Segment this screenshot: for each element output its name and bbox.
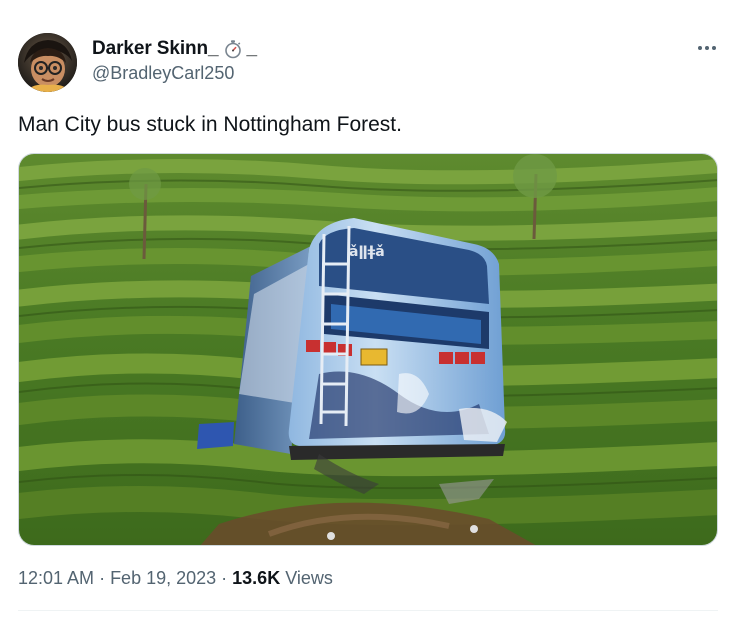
author-handle[interactable]: @BradleyCarl250 bbox=[92, 63, 234, 84]
meta-separator: · bbox=[221, 568, 228, 588]
tweet-photo[interactable]: ǎǁǂǎ bbox=[18, 153, 718, 546]
tweet-card: Darker Skinn_ _ @BradleyCarl250 Man City… bbox=[0, 0, 750, 620]
author-name-suffix: _ bbox=[246, 38, 258, 59]
more-dot-icon bbox=[698, 46, 702, 50]
author-display-name[interactable]: Darker Skinn_ bbox=[92, 38, 219, 60]
bus-in-tea-plantation-image: ǎǁǂǎ bbox=[19, 154, 717, 545]
tweet-date[interactable]: Feb 19, 2023 bbox=[110, 568, 216, 589]
stopwatch-icon bbox=[223, 39, 243, 59]
more-dot-icon bbox=[712, 46, 716, 50]
more-dot-icon bbox=[705, 46, 709, 50]
tweet-text: Man City bus stuck in Nottingham Forest. bbox=[18, 113, 402, 136]
svg-text:ǎǁǂǎ: ǎǁǂǎ bbox=[349, 244, 385, 260]
divider bbox=[18, 610, 718, 611]
avatar[interactable] bbox=[18, 33, 77, 92]
more-options-button[interactable] bbox=[694, 38, 720, 58]
author-name-row[interactable]: Darker Skinn_ _ bbox=[92, 37, 257, 61]
meta-separator: · bbox=[99, 568, 106, 588]
views-count[interactable]: 13.6K bbox=[232, 568, 280, 589]
tweet-meta: 12:01 AM · Feb 19, 2023 · 13.6K Views bbox=[18, 568, 333, 589]
avatar-image bbox=[18, 33, 77, 92]
views-label[interactable]: Views bbox=[285, 568, 333, 589]
tweet-time[interactable]: 12:01 AM bbox=[18, 568, 94, 589]
